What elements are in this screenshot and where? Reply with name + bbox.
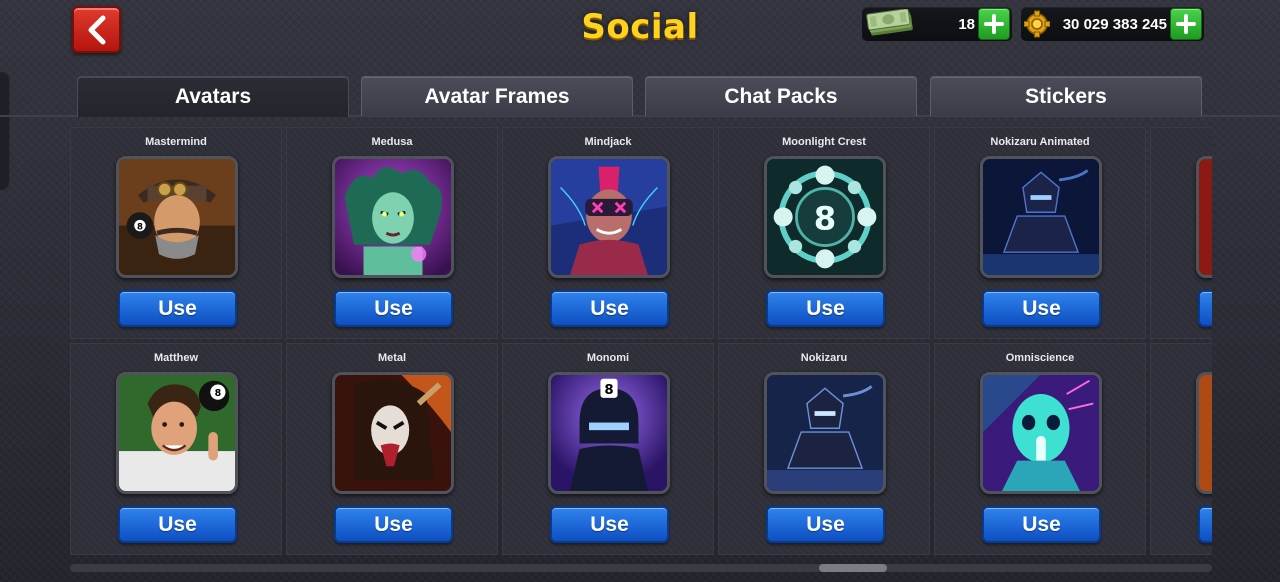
svg-text:8: 8	[137, 222, 143, 232]
avatar-image-partial[interactable]	[1196, 156, 1212, 278]
avatar-name: Monomi	[586, 352, 630, 364]
use-button[interactable]: Use	[334, 290, 453, 327]
avatar-name: Medusa	[371, 136, 413, 148]
avatar-name: Nokizaru Animated	[990, 136, 1090, 148]
avatar-card-mindjack: Mindjack Use	[502, 127, 714, 339]
avatar-image-nokizaru-animated[interactable]	[980, 156, 1102, 278]
partial-portrait-icon	[1199, 159, 1212, 275]
side-handle[interactable]	[0, 72, 10, 190]
mastermind-portrait-icon: 8	[119, 159, 235, 275]
coin-balance: 30 029 383 245	[1021, 7, 1204, 41]
plus-icon	[984, 14, 1004, 34]
use-button[interactable]: Use	[550, 290, 669, 327]
avatar-card-metal: Metal Use	[286, 343, 498, 555]
avatar-name: Matthew	[154, 352, 198, 364]
avatar-image-medusa[interactable]	[332, 156, 454, 278]
avatar-name: Mindjack	[584, 136, 632, 148]
use-button[interactable]: Use	[118, 290, 237, 327]
avatar-grid[interactable]: Mastermind 8 Use Medusa Use Mindjack Use…	[70, 127, 1212, 555]
svg-text:8: 8	[814, 199, 836, 237]
tab-avatar-frames[interactable]: Avatar Frames	[361, 76, 633, 116]
avatar-card-mastermind: Mastermind 8 Use	[70, 127, 282, 339]
tab-stickers[interactable]: Stickers	[930, 76, 1202, 116]
omniscience-portrait-icon	[983, 375, 1099, 491]
avatar-card-partial	[1150, 127, 1212, 339]
svg-text:8: 8	[215, 388, 222, 399]
avatar-image-mastermind[interactable]: 8	[116, 156, 238, 278]
avatar-image-partial[interactable]	[1196, 372, 1212, 494]
avatar-card-moonlight-crest: Moonlight Crest 8 Use	[718, 127, 930, 339]
use-button[interactable]: Use	[982, 290, 1101, 327]
use-button[interactable]: Use	[982, 506, 1101, 543]
svg-text:8: 8	[604, 383, 613, 398]
cash-amount: 18	[958, 15, 975, 33]
cash-stack-icon	[866, 9, 913, 36]
avatar-card-monomi: Monomi 8 Use	[502, 343, 714, 555]
use-button[interactable]: Use	[550, 506, 669, 543]
use-button[interactable]: Use	[334, 506, 453, 543]
plus-icon	[1176, 14, 1196, 34]
avatar-image-metal[interactable]	[332, 372, 454, 494]
tab-bar: Avatars Avatar Frames Chat Packs Sticker…	[77, 76, 1205, 117]
gear-coin-icon	[1024, 10, 1050, 38]
use-button[interactable]: Use	[118, 506, 237, 543]
matthew-portrait-icon: 8	[119, 375, 235, 491]
avatar-name: Nokizaru	[800, 352, 848, 364]
metal-portrait-icon	[335, 375, 451, 491]
avatar-image-monomi[interactable]: 8	[548, 372, 670, 494]
use-button[interactable]	[1198, 506, 1212, 543]
back-button[interactable]	[72, 6, 121, 53]
avatar-name: Moonlight Crest	[782, 136, 866, 148]
avatar-image-matthew[interactable]: 8	[116, 372, 238, 494]
avatar-image-moonlight-crest[interactable]: 8	[764, 156, 886, 278]
chevron-left-icon	[88, 15, 105, 44]
avatar-card-omniscience: Omniscience Use	[934, 343, 1146, 555]
avatar-card-nokizaru: Nokizaru Use	[718, 343, 930, 555]
add-cash-button[interactable]	[978, 8, 1010, 40]
cash-balance: 18	[862, 7, 1012, 41]
avatar-image-nokizaru[interactable]	[764, 372, 886, 494]
avatar-image-omniscience[interactable]	[980, 372, 1102, 494]
tab-avatars[interactable]: Avatars	[77, 76, 349, 117]
avatar-card-medusa: Medusa Use	[286, 127, 498, 339]
coin-amount: 30 029 383 245	[1062, 15, 1167, 33]
partial-portrait-icon	[1199, 375, 1212, 491]
use-button[interactable]: Use	[766, 290, 885, 327]
moonlight-crest-icon: 8	[767, 159, 883, 275]
avatar-card-nokizaru-animated: Nokizaru Animated Use	[934, 127, 1146, 339]
avatar-name: Mastermind	[145, 136, 207, 148]
avatar-image-mindjack[interactable]	[548, 156, 670, 278]
avatar-card-partial	[1150, 343, 1212, 555]
use-button[interactable]	[1198, 290, 1212, 327]
mindjack-portrait-icon	[551, 159, 667, 275]
nokizaru-animated-portrait-icon	[983, 159, 1099, 275]
scrollbar-thumb[interactable]	[819, 564, 887, 572]
avatar-name: Omniscience	[1005, 352, 1075, 364]
avatar-card-matthew: Matthew 8 Use	[70, 343, 282, 555]
use-button[interactable]: Use	[766, 506, 885, 543]
avatar-name: Metal	[377, 352, 407, 364]
horizontal-scrollbar[interactable]	[70, 564, 1212, 572]
add-coins-button[interactable]	[1170, 8, 1202, 40]
tab-chat-packs[interactable]: Chat Packs	[645, 76, 917, 116]
nokizaru-portrait-icon	[767, 375, 883, 491]
monomi-portrait-icon: 8	[551, 375, 667, 491]
medusa-portrait-icon	[335, 159, 451, 275]
